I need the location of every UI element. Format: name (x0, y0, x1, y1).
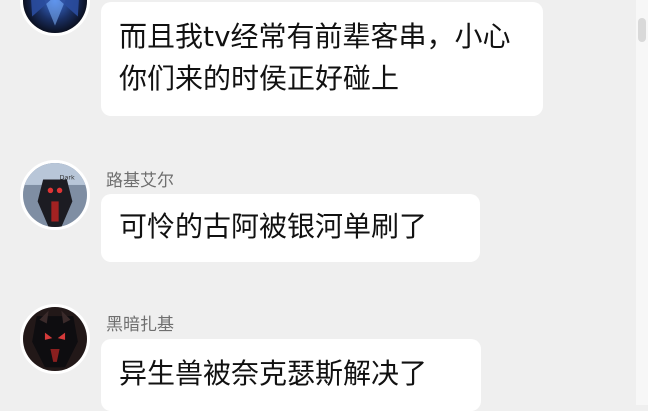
message-text: 异生兽被奈克瑟斯解决了 (119, 357, 428, 390)
avatar[interactable] (20, 0, 90, 36)
dark-hero-avatar-icon: Dark (23, 163, 87, 227)
avatar[interactable]: Dark (20, 160, 90, 230)
message-bubble[interactable]: 异生兽被奈克瑟斯解决了 (101, 339, 481, 411)
dark-mech-avatar-icon (23, 0, 87, 33)
dark-zagi-avatar-icon (23, 307, 87, 371)
message-text: 可怜的古阿被银河单刷了 (119, 210, 428, 243)
scroll-thumb[interactable] (638, 18, 646, 42)
message-text: 而且我tv经常有前辈客串，小心你们来的时侯正好碰上 (119, 20, 511, 95)
sender-name: 路基艾尔 (106, 171, 174, 191)
svg-text:Dark: Dark (60, 173, 75, 181)
scrollbar[interactable] (636, 0, 648, 405)
sender-name: 黑暗扎基 (106, 315, 174, 335)
message-bubble[interactable]: 而且我tv经常有前辈客串，小心你们来的时侯正好碰上 (101, 2, 543, 116)
message-bubble[interactable]: 可怜的古阿被银河单刷了 (101, 194, 480, 262)
avatar[interactable] (20, 304, 90, 374)
